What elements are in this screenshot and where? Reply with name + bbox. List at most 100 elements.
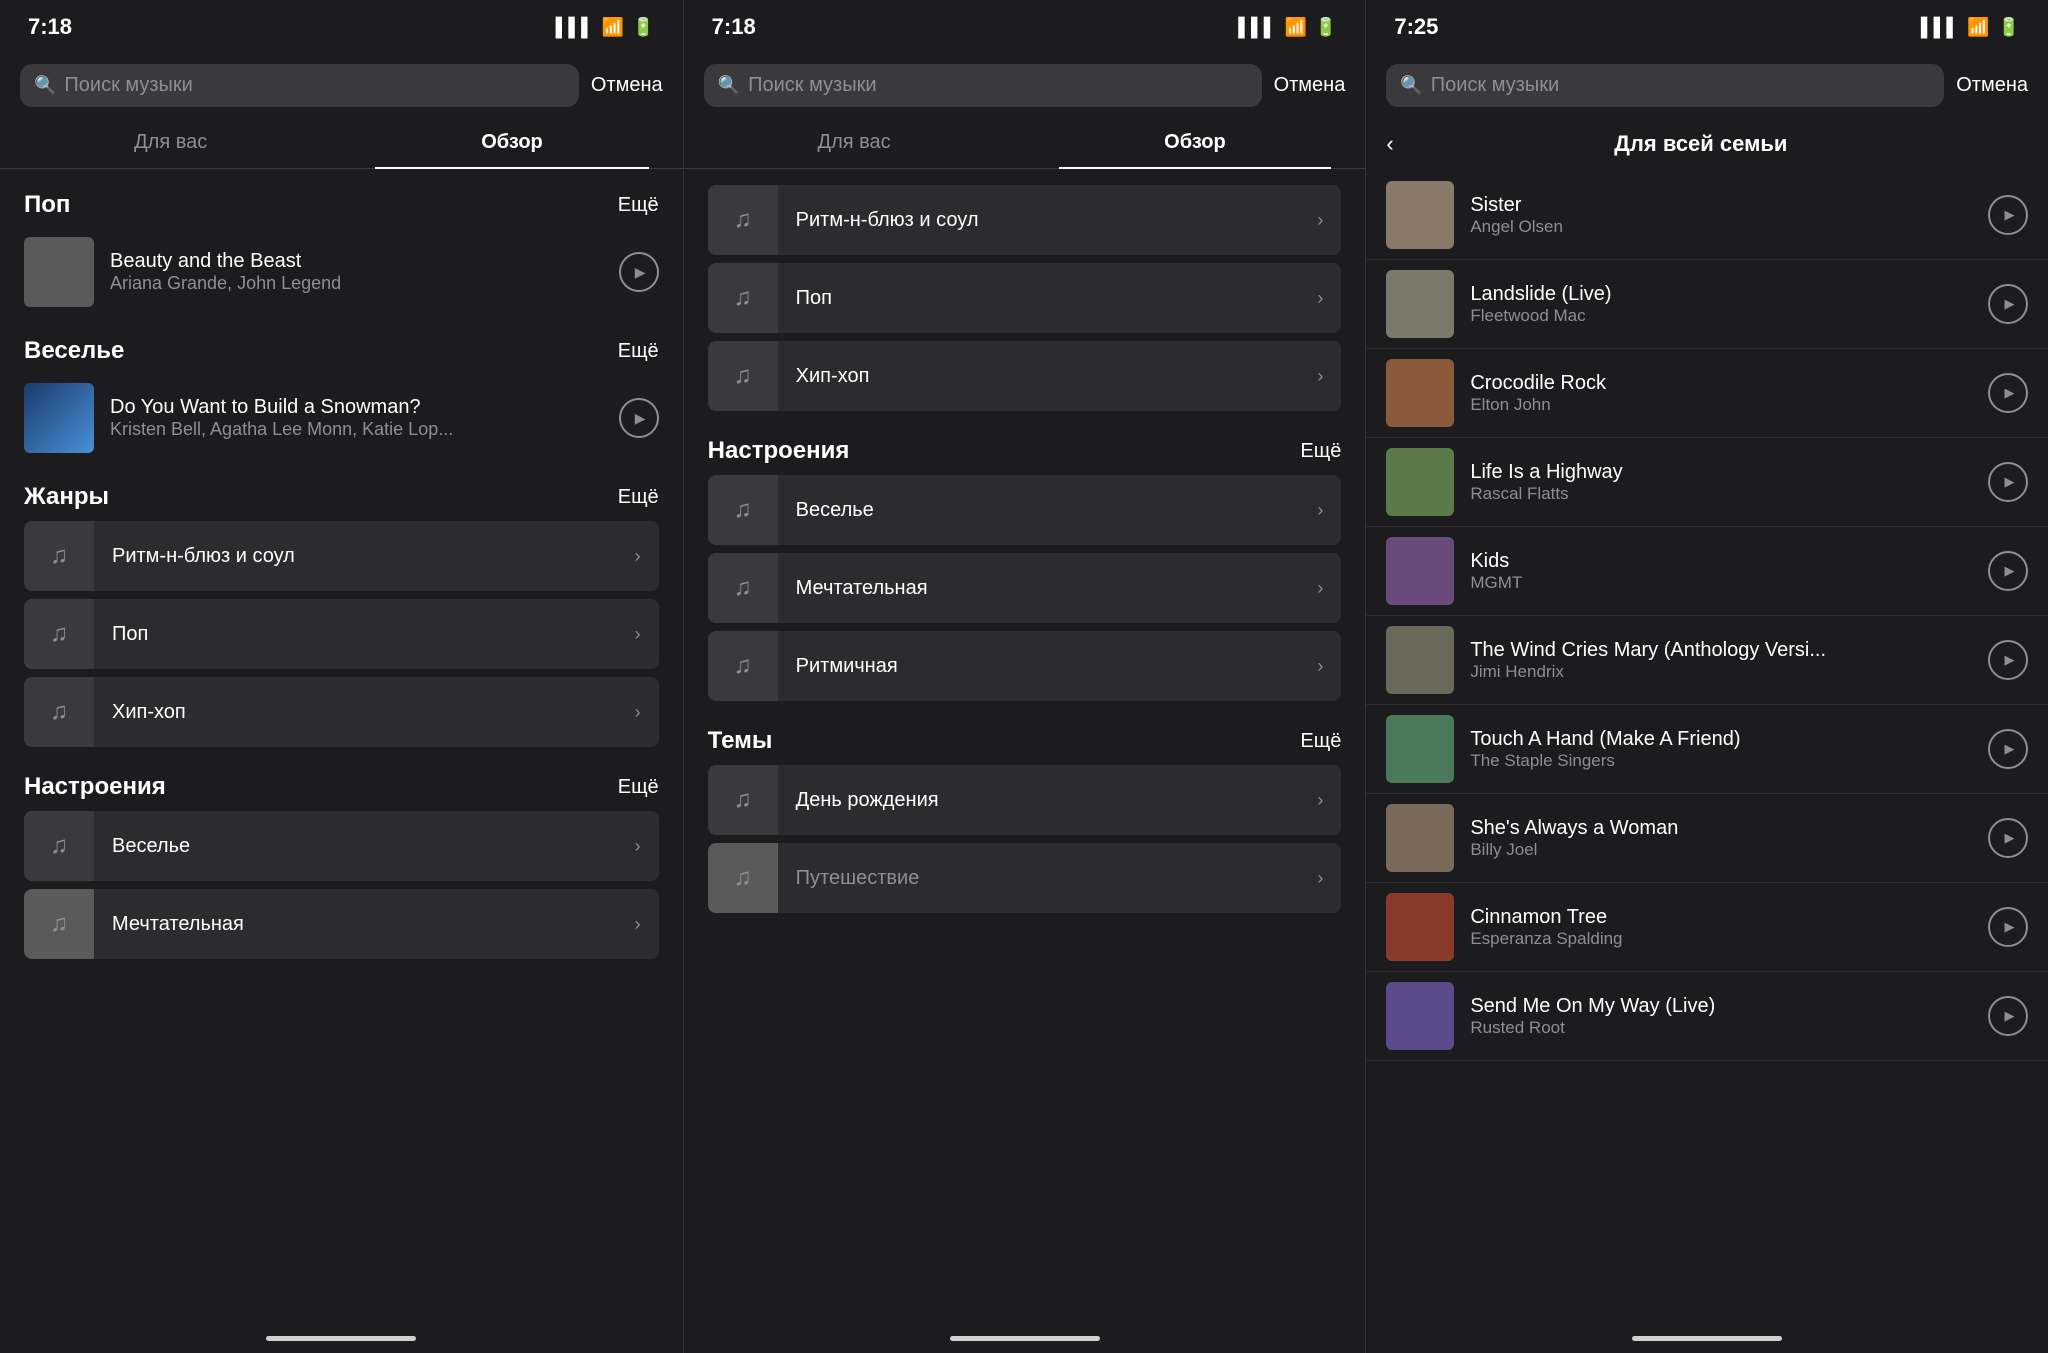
genre-row-hiphop-2[interactable]: ♫ Хип-хоп › xyxy=(684,341,1366,411)
genre-label-pop[interactable]: Поп › xyxy=(94,599,659,669)
play-btn-crocodile[interactable] xyxy=(1988,373,2028,413)
genre-label-hiphop[interactable]: Хип-хоп › xyxy=(94,677,659,747)
status-icons-2: ▌▌▌ 📶 🔋 xyxy=(1238,17,1337,38)
themes-title-2: Темы xyxy=(708,727,773,755)
genre-row-birthday-2[interactable]: ♫ День рождения › xyxy=(684,765,1366,835)
song-row-cinnamon[interactable]: Cinnamon Tree Esperanza Spalding xyxy=(1366,883,2048,972)
song-row-beauty[interactable]: Beauty and the Beast Ariana Grande, John… xyxy=(0,229,683,315)
status-time-2: 7:18 xyxy=(712,14,756,40)
cancel-btn-2[interactable]: Отмена xyxy=(1274,74,1346,97)
genre-row-rhythmic-2[interactable]: ♫ Ритмичная › xyxy=(684,631,1366,701)
cancel-btn-3[interactable]: Отмена xyxy=(1956,74,2028,97)
song-info-snowman: Do You Want to Build a Snowman? Kristen … xyxy=(110,396,603,440)
play-btn-touch[interactable] xyxy=(1988,729,2028,769)
play-btn-highway[interactable] xyxy=(1988,462,2028,502)
song-row-landslide[interactable]: Landslide (Live) Fleetwood Mac xyxy=(1366,260,2048,349)
song-row-send[interactable]: Send Me On My Way (Live) Rusted Root xyxy=(1366,972,2048,1061)
play-btn-wind[interactable] xyxy=(1988,640,2028,680)
song-row-sister[interactable]: Sister Angel Olsen xyxy=(1366,171,2048,260)
genre-row-dreamy-2[interactable]: ♫ Мечтательная › xyxy=(684,553,1366,623)
chevron-icon-rnb: › xyxy=(635,546,641,567)
back-header-3: ‹ Для всей семьи xyxy=(1366,117,2048,171)
song-title-beauty: Beauty and the Beast xyxy=(110,250,603,273)
cancel-btn-1[interactable]: Отмена xyxy=(591,74,663,97)
wifi-icon-3: 📶 xyxy=(1967,17,1989,38)
screen-3: 7:25 ▌▌▌ 📶 🔋 🔍 Поиск музыки Отмена ‹ Для… xyxy=(1365,0,2048,1353)
genre-row-dreamy[interactable]: ♫ Мечтательная › xyxy=(0,889,683,959)
tab-browse-2[interactable]: Обзор xyxy=(1025,117,1366,168)
song-row-wind[interactable]: The Wind Cries Mary (Anthology Versi... … xyxy=(1366,616,2048,705)
moods-section-header: Настроения Ещё xyxy=(0,751,683,811)
themes-more-2[interactable]: Ещё xyxy=(1300,730,1341,753)
back-btn-3[interactable]: ‹ xyxy=(1386,131,1393,157)
song-artist-touch: The Staple Singers xyxy=(1470,751,1972,771)
genre-label-rnb[interactable]: Ритм-н-блюз и соул › xyxy=(94,521,659,591)
genre-row-fun[interactable]: ♫ Веселье › xyxy=(0,811,683,881)
genre-label-fun-2[interactable]: Веселье › xyxy=(778,475,1342,545)
genre-row-fun-2[interactable]: ♫ Веселье › xyxy=(684,475,1366,545)
genre-label-hiphop-2[interactable]: Хип-хоп › xyxy=(778,341,1342,411)
album-art-touch xyxy=(1386,715,1454,783)
pop-section-header: Поп Ещё xyxy=(0,169,683,229)
status-icons-3: ▌▌▌ 📶 🔋 xyxy=(1921,17,2020,38)
battery-icon-2: 🔋 xyxy=(1315,17,1337,38)
genre-label-rnb-2[interactable]: Ритм-н-блюз и соул › xyxy=(778,185,1342,255)
genre-row-rnb[interactable]: ♫ Ритм-н-блюз и соул › xyxy=(0,521,683,591)
play-btn-cinnamon[interactable] xyxy=(1988,907,2028,947)
genres-more[interactable]: Ещё xyxy=(618,486,659,509)
genre-name-hiphop-2: Хип-хоп xyxy=(796,365,870,388)
search-icon-1: 🔍 xyxy=(34,75,56,96)
play-btn-kids[interactable] xyxy=(1988,551,2028,591)
genre-icon-hiphop: ♫ xyxy=(24,677,94,747)
play-btn-sister[interactable] xyxy=(1988,195,2028,235)
genre-name-rnb-2: Ритм-н-блюз и соул xyxy=(796,209,979,232)
search-input-2[interactable]: 🔍 Поиск музыки xyxy=(704,64,1262,107)
song-row-kids[interactable]: Kids MGMT xyxy=(1366,527,2048,616)
song-row-woman[interactable]: She's Always a Woman Billy Joel xyxy=(1366,794,2048,883)
song-row-crocodile[interactable]: Crocodile Rock Elton John xyxy=(1366,349,2048,438)
tab-browse-1[interactable]: Обзор xyxy=(341,117,682,168)
moods-more-2[interactable]: Ещё xyxy=(1300,440,1341,463)
genre-icon-travel-2: ♫ xyxy=(708,843,778,913)
play-btn-landslide[interactable] xyxy=(1988,284,2028,324)
genre-row-rnb-2[interactable]: ♫ Ритм-н-блюз и соул › xyxy=(684,185,1366,255)
moods-more[interactable]: Ещё xyxy=(618,776,659,799)
genre-label-travel-2[interactable]: Путешествие › xyxy=(778,843,1342,913)
play-btn-snowman[interactable] xyxy=(619,398,659,438)
song-row-snowman[interactable]: Do You Want to Build a Snowman? Kristen … xyxy=(0,375,683,461)
song-row-highway[interactable]: Life Is a Highway Rascal Flatts xyxy=(1366,438,2048,527)
song-info-landslide: Landslide (Live) Fleetwood Mac xyxy=(1470,283,1972,326)
genre-label-birthday-2[interactable]: День рождения › xyxy=(778,765,1342,835)
genre-row-pop[interactable]: ♫ Поп › xyxy=(0,599,683,669)
genre-name-fun: Веселье xyxy=(112,835,190,858)
chevron-rhythmic-2: › xyxy=(1317,656,1323,677)
play-btn-beauty[interactable] xyxy=(619,252,659,292)
music-note-rhythmic-2: ♫ xyxy=(734,652,752,680)
music-note-fun-2: ♫ xyxy=(734,496,752,524)
genre-row-travel-2[interactable]: ♫ Путешествие › xyxy=(684,843,1366,913)
content-1: Поп Ещё Beauty and the Beast Ariana Gran… xyxy=(0,169,683,1323)
song-info-beauty: Beauty and the Beast Ariana Grande, John… xyxy=(110,250,603,294)
genre-label-dreamy-2[interactable]: Мечтательная › xyxy=(778,553,1342,623)
play-btn-woman[interactable] xyxy=(1988,818,2028,858)
chevron-icon-pop: › xyxy=(635,624,641,645)
genre-label-dreamy[interactable]: Мечтательная › xyxy=(94,889,659,959)
song-info-sister: Sister Angel Olsen xyxy=(1470,194,1972,237)
genre-row-pop-2[interactable]: ♫ Поп › xyxy=(684,263,1366,333)
genre-label-pop-2[interactable]: Поп › xyxy=(778,263,1342,333)
genre-row-hiphop[interactable]: ♫ Хип-хоп › xyxy=(0,677,683,747)
play-btn-send[interactable] xyxy=(1988,996,2028,1036)
search-icon-2: 🔍 xyxy=(718,75,740,96)
tabs-2: Для вас Обзор xyxy=(684,117,1366,169)
chevron-birthday-2: › xyxy=(1317,790,1323,811)
genre-label-rhythmic-2[interactable]: Ритмичная › xyxy=(778,631,1342,701)
tab-for-you-1[interactable]: Для вас xyxy=(0,117,341,168)
genre-label-fun[interactable]: Веселье › xyxy=(94,811,659,881)
song-info-woman: She's Always a Woman Billy Joel xyxy=(1470,817,1972,860)
fun-more[interactable]: Ещё xyxy=(618,340,659,363)
search-input-3[interactable]: 🔍 Поиск музыки xyxy=(1386,64,1944,107)
pop-more[interactable]: Ещё xyxy=(618,194,659,217)
tab-for-you-2[interactable]: Для вас xyxy=(684,117,1025,168)
search-input-1[interactable]: 🔍 Поиск музыки xyxy=(20,64,579,107)
song-row-touch[interactable]: Touch A Hand (Make A Friend) The Staple … xyxy=(1366,705,2048,794)
